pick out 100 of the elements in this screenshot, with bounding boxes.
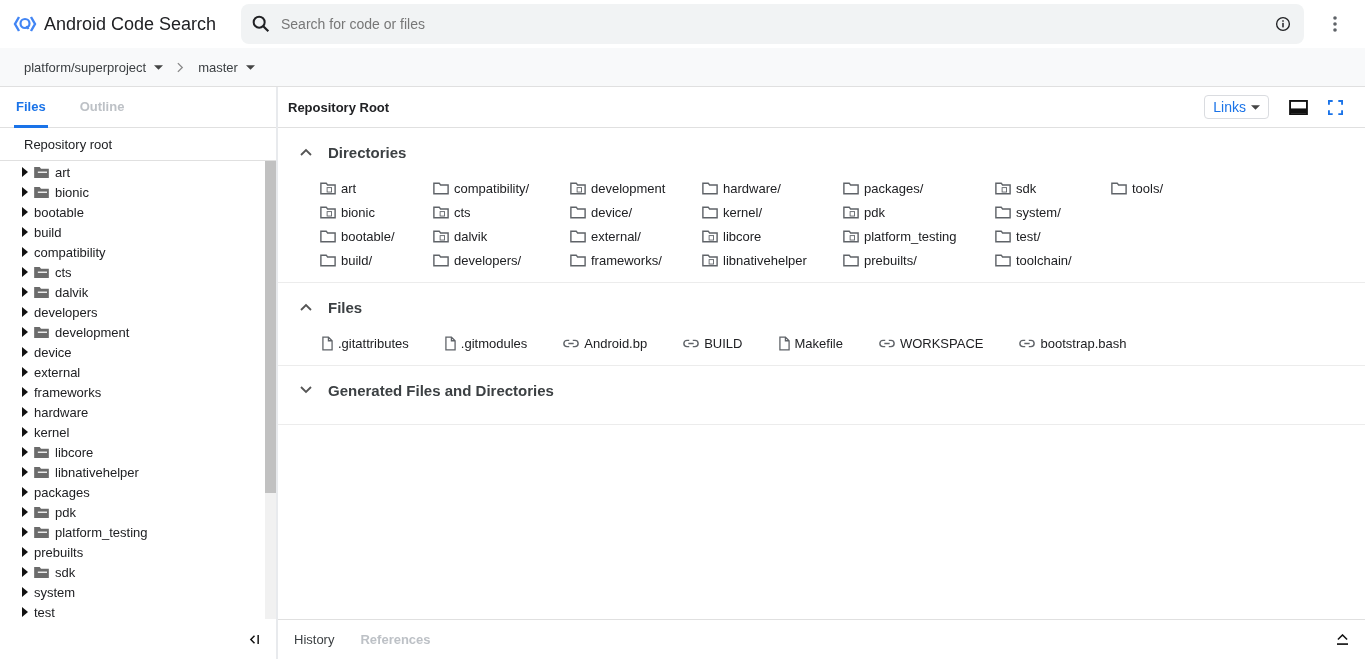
directory-link[interactable]: .gitmodules — [460, 335, 528, 351]
links-dropdown[interactable]: Links — [1204, 95, 1269, 119]
tree-item[interactable]: build — [34, 224, 62, 240]
directory-link[interactable]: bionic — [341, 204, 375, 220]
folder-icon — [843, 181, 859, 195]
directory-link[interactable]: WORKSPACE — [899, 335, 984, 351]
tree-item[interactable]: system — [34, 584, 76, 600]
directory-link[interactable]: developers/ — [454, 252, 522, 268]
info-icon[interactable] — [1274, 15, 1292, 33]
folder-icon — [995, 205, 1011, 219]
submodule-folder-icon — [702, 253, 718, 267]
sidebar-tab[interactable]: Files — [14, 87, 48, 128]
tree-item[interactable]: platform_testing — [55, 524, 148, 540]
directory-link[interactable]: packages/ — [864, 180, 924, 196]
submodule-folder-icon — [843, 205, 859, 219]
directory-link[interactable]: test/ — [1016, 228, 1041, 244]
tree-item[interactable]: kernel — [34, 424, 70, 440]
folder-icon — [570, 205, 586, 219]
directory-link[interactable]: sdk — [1016, 180, 1037, 196]
repository-root-item[interactable]: Repository root — [0, 128, 276, 161]
fullscreen-icon[interactable] — [1328, 99, 1343, 115]
collapse-panel-icon[interactable] — [249, 633, 260, 645]
tree-item[interactable]: developers — [34, 304, 98, 320]
directory-link[interactable]: bootable/ — [341, 228, 395, 244]
tree-item[interactable]: art — [55, 164, 71, 180]
panel-layout-icon[interactable] — [1289, 99, 1308, 115]
directory-link[interactable]: hardware/ — [723, 180, 781, 196]
folder-icon — [34, 526, 49, 538]
directory-link[interactable]: bootstrap.bash — [1040, 335, 1127, 351]
folder-icon — [34, 186, 49, 198]
tree-item[interactable]: packages — [34, 484, 90, 500]
section-title[interactable]: Files — [328, 298, 363, 316]
tree-item[interactable]: device — [34, 344, 72, 360]
file-icon — [778, 335, 790, 351]
tree-item[interactable]: pdk — [55, 504, 76, 520]
directory-link[interactable]: cts — [454, 204, 471, 220]
link-icon — [563, 338, 580, 348]
repository-dropdown[interactable]: platform/superproject — [24, 59, 164, 75]
tree-item[interactable]: bionic — [55, 184, 89, 200]
directory-link[interactable]: art — [341, 180, 357, 196]
section-title[interactable]: Directories — [328, 143, 407, 161]
submodule-folder-icon — [702, 229, 718, 243]
more-options-icon[interactable] — [1333, 16, 1337, 32]
folder-icon — [34, 286, 49, 298]
expand-panel-icon[interactable] — [1336, 634, 1349, 645]
tree-item[interactable]: dalvik — [55, 284, 89, 300]
directory-link[interactable]: pdk — [864, 204, 885, 220]
section-title[interactable]: Generated Files and Directories — [328, 381, 554, 399]
link-icon — [878, 338, 895, 348]
submodule-folder-icon — [320, 181, 336, 195]
directory-link[interactable]: kernel/ — [723, 204, 763, 220]
folder-icon — [433, 181, 449, 195]
chevron-icon[interactable] — [300, 303, 312, 311]
directory-link[interactable]: Makefile — [794, 335, 843, 351]
bottom-panel-tab[interactable]: History — [294, 632, 335, 647]
tree-item[interactable]: compatibility — [34, 244, 106, 260]
folder-icon — [702, 205, 718, 219]
tree-item[interactable]: libcore — [55, 444, 94, 460]
chevron-right-icon — [177, 61, 185, 73]
directory-link[interactable]: platform_testing — [864, 228, 957, 244]
directory-link[interactable]: frameworks/ — [591, 252, 662, 268]
directory-link[interactable]: compatibility/ — [454, 180, 530, 196]
tree-item[interactable]: hardware — [34, 404, 89, 420]
chevron-icon[interactable] — [300, 148, 312, 156]
tree-item[interactable]: libnativehelper — [55, 464, 139, 480]
directory-link[interactable]: development — [591, 180, 666, 196]
link-icon — [1019, 338, 1036, 348]
tree-item[interactable]: bootable — [34, 204, 84, 220]
link-icon — [683, 338, 700, 348]
directory-link[interactable]: dalvik — [454, 228, 488, 244]
directory-link[interactable]: tools/ — [1132, 180, 1164, 196]
tree-item[interactable]: frameworks — [34, 384, 102, 400]
tree-item[interactable]: sdk — [55, 564, 76, 580]
tree-item[interactable]: development — [55, 324, 130, 340]
directory-link[interactable]: device/ — [591, 204, 633, 220]
directory-link[interactable]: toolchain/ — [1016, 252, 1072, 268]
folder-icon — [433, 253, 449, 267]
search-field[interactable]: Search for code or files — [241, 4, 1304, 44]
directory-link[interactable]: BUILD — [704, 335, 743, 351]
folder-icon — [34, 166, 49, 178]
directory-link[interactable]: build/ — [341, 252, 373, 268]
directory-link[interactable]: prebuilts/ — [864, 252, 917, 268]
tree-item[interactable]: external — [34, 364, 81, 380]
directory-link[interactable]: system/ — [1016, 204, 1061, 220]
directory-link[interactable]: external/ — [591, 228, 641, 244]
tree-item[interactable]: test — [34, 604, 55, 620]
scrollbar-thumb[interactable] — [265, 161, 276, 493]
submodule-folder-icon — [995, 181, 1011, 195]
folder-icon — [320, 253, 336, 267]
folder-icon — [320, 229, 336, 243]
directory-link[interactable]: Android.bp — [584, 335, 648, 351]
tree-item[interactable]: cts — [55, 264, 72, 280]
directory-link[interactable]: .gitattributes — [338, 335, 409, 351]
branch-dropdown[interactable]: master — [198, 59, 255, 75]
folder-icon — [34, 326, 49, 338]
app-title: Android Code Search — [44, 13, 217, 35]
directory-link[interactable]: libnativehelper — [723, 252, 807, 268]
chevron-icon[interactable] — [300, 386, 312, 394]
directory-link[interactable]: libcore — [723, 228, 762, 244]
tree-item[interactable]: prebuilts — [34, 544, 84, 560]
